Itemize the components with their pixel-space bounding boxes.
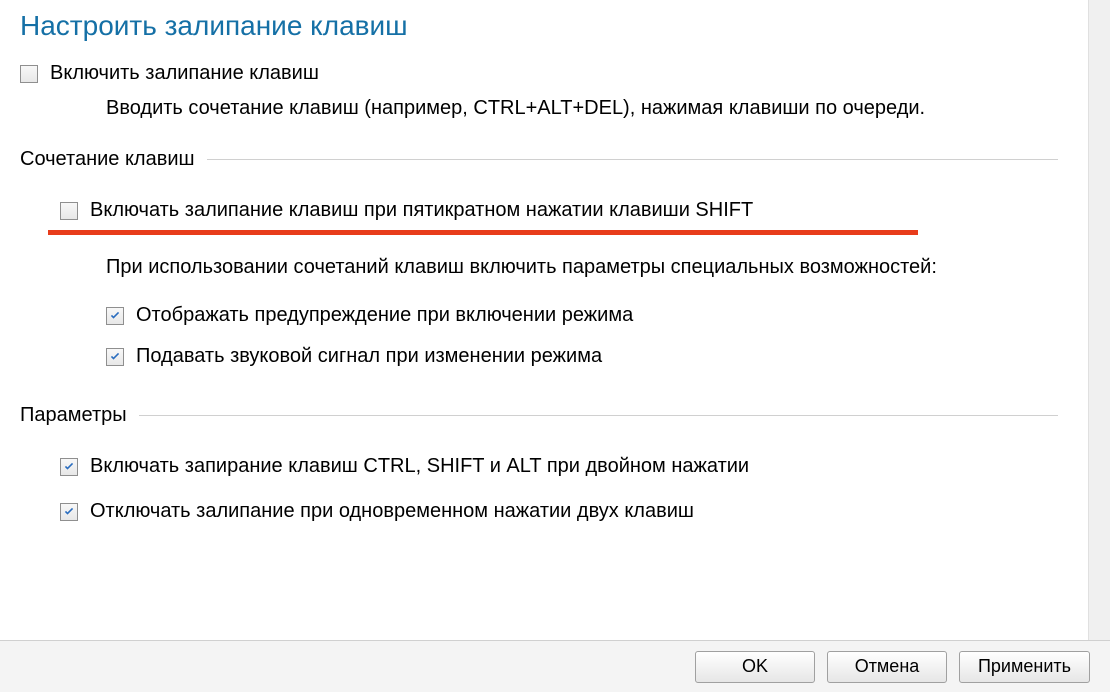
disable-on-two-checkbox[interactable]: [60, 503, 78, 521]
apply-button[interactable]: Применить: [959, 651, 1090, 683]
button-bar: OK Отмена Применить: [0, 640, 1110, 692]
cancel-button[interactable]: Отмена: [827, 651, 947, 683]
lock-modifier-label: Включать запирание клавиш CTRL, SHIFT и …: [90, 455, 749, 478]
vertical-scrollbar[interactable]: [1088, 0, 1110, 652]
page-heading: Настроить залипание клавиш: [20, 0, 1058, 62]
group-shortcut-title: Сочетание клавиш: [20, 148, 207, 171]
enable-shift-5x-label: Включать залипание клавиш при пятикратно…: [90, 199, 753, 222]
enable-sticky-keys-description: Вводить сочетание клавиш (например, CTRL…: [20, 85, 1058, 140]
enable-shift-5x-checkbox[interactable]: [60, 202, 78, 220]
divider-line: [207, 159, 1058, 160]
show-warning-checkbox[interactable]: [106, 307, 124, 325]
group-params-title: Параметры: [20, 404, 139, 427]
play-sound-checkbox[interactable]: [106, 348, 124, 366]
group1-sub-description: При использовании сочетаний клавиш включ…: [20, 235, 1058, 286]
show-warning-label: Отображать предупреждение при включении …: [136, 304, 633, 327]
enable-sticky-keys-label: Включить залипание клавиш: [50, 62, 319, 85]
ok-button[interactable]: OK: [695, 651, 815, 683]
divider-line: [139, 415, 1058, 416]
disable-on-two-label: Отключать залипание при одновременном на…: [90, 500, 694, 523]
enable-sticky-keys-checkbox[interactable]: [20, 65, 38, 83]
play-sound-label: Подавать звуковой сигнал при изменении р…: [136, 345, 602, 368]
lock-modifier-checkbox[interactable]: [60, 458, 78, 476]
